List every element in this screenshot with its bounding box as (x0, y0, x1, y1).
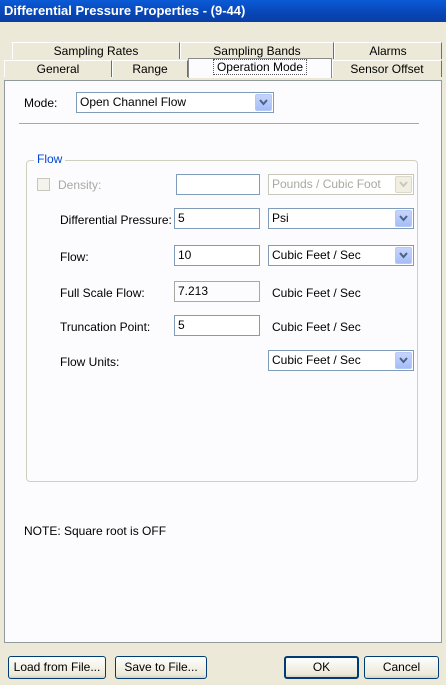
ok-button[interactable]: OK (284, 656, 359, 679)
chevron-down-icon[interactable] (395, 210, 412, 227)
truncation-point-input[interactable]: 5 (174, 315, 260, 336)
tab-sensor-offset[interactable]: Sensor Offset (332, 60, 442, 77)
full-scale-flow-value: 7.213 (174, 281, 260, 302)
density-checkbox[interactable] (37, 178, 50, 191)
full-scale-flow-label: Full Scale Flow: (60, 286, 145, 300)
mode-select-value: Open Channel Flow (80, 95, 187, 109)
flow-units-select[interactable]: Cubic Feet / Sec (268, 350, 414, 371)
cancel-button[interactable]: Cancel (364, 656, 439, 679)
diff-pressure-input[interactable]: 5 (174, 208, 260, 229)
chevron-down-icon[interactable] (255, 94, 272, 111)
chevron-down-icon[interactable] (395, 247, 412, 264)
density-unit-value: Pounds / Cubic Foot (272, 177, 381, 191)
tab-strip: Sampling Rates Sampling Bands Alarms Gen… (0, 22, 446, 82)
flow-group-title: Flow (34, 152, 66, 166)
truncation-point-label: Truncation Point: (60, 320, 151, 334)
density-label: Density: (58, 178, 102, 192)
diff-pressure-unit-value: Psi (272, 211, 289, 225)
tab-alarms[interactable]: Alarms (334, 42, 442, 59)
diff-pressure-label: Differential Pressure: (60, 213, 172, 227)
tab-sampling-bands[interactable]: Sampling Bands (180, 42, 334, 59)
density-unit-select[interactable]: Pounds / Cubic Foot (268, 174, 414, 195)
flow-units-value: Cubic Feet / Sec (272, 353, 361, 367)
tab-operation-mode-label: Operation Mode (212, 59, 308, 75)
mode-label: Mode: (24, 96, 58, 110)
tab-sampling-rates[interactable]: Sampling Rates (12, 42, 180, 59)
tab-operation-mode[interactable]: Operation Mode (188, 58, 332, 78)
density-input[interactable] (176, 174, 260, 195)
save-to-file-button[interactable]: Save to File... (115, 656, 207, 679)
square-root-note: NOTE: Square root is OFF (24, 524, 167, 538)
flow-units-label: Flow Units: (60, 355, 120, 369)
tab-range[interactable]: Range (112, 60, 188, 77)
truncation-point-unit: Cubic Feet / Sec (272, 320, 361, 334)
chevron-down-icon[interactable] (395, 352, 412, 369)
flow-input[interactable]: 10 (174, 245, 260, 266)
full-scale-flow-unit: Cubic Feet / Sec (272, 286, 361, 300)
load-from-file-button[interactable]: Load from File... (8, 656, 106, 679)
diff-pressure-unit-select[interactable]: Psi (268, 208, 414, 229)
window-title: Differential Pressure Properties - (9-44… (0, 0, 446, 22)
chevron-down-icon[interactable] (395, 176, 412, 193)
flow-unit-select[interactable]: Cubic Feet / Sec (268, 245, 414, 266)
flow-unit-value: Cubic Feet / Sec (272, 248, 361, 262)
flow-label: Flow: (60, 250, 89, 264)
mode-separator (19, 123, 419, 125)
mode-select[interactable]: Open Channel Flow (76, 92, 274, 113)
tab-general[interactable]: General (4, 60, 112, 77)
